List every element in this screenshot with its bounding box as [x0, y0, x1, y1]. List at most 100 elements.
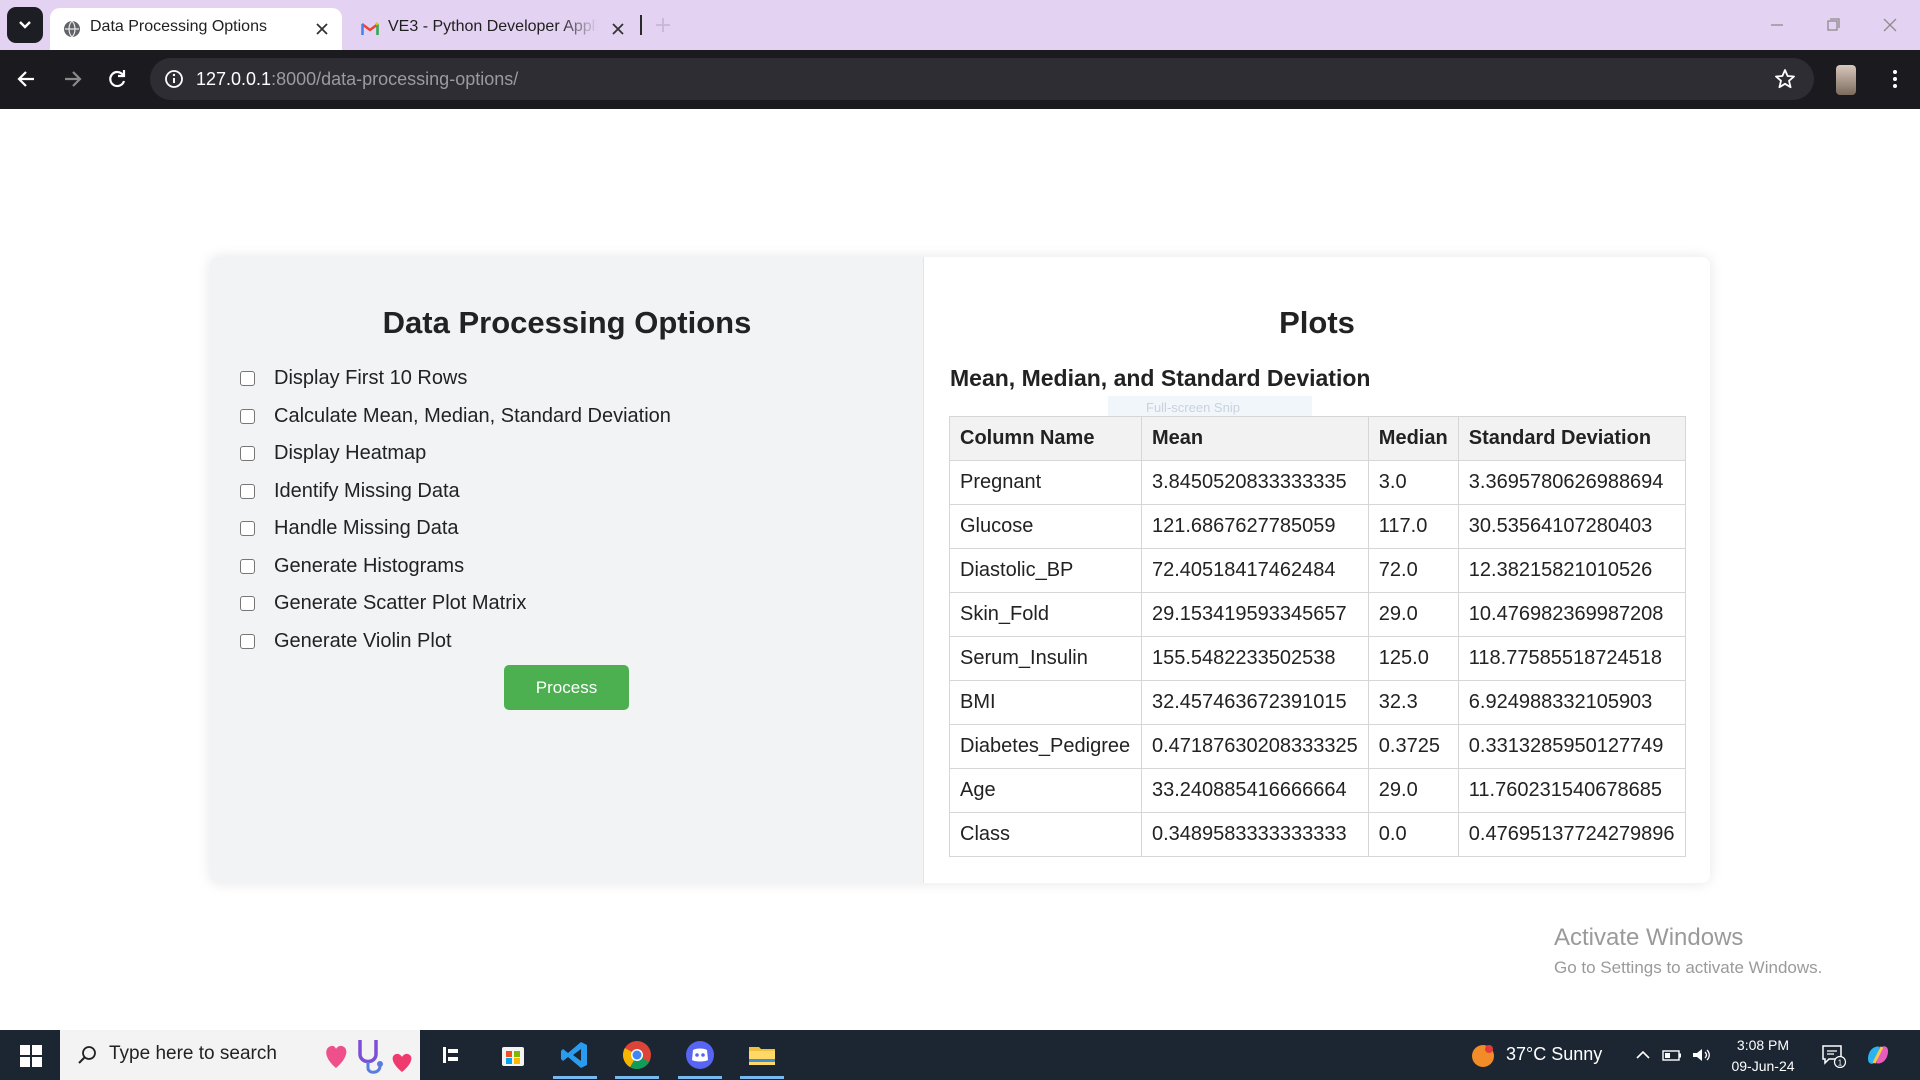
site-info-icon[interactable] [164, 69, 184, 89]
gmail-icon [361, 21, 379, 35]
profile-avatar[interactable] [1836, 65, 1856, 95]
table-cell: 12.38215821010526 [1457, 548, 1686, 593]
search-placeholder: Type here to search [109, 1043, 277, 1064]
table-row: Pregnant 3.8450520833333335 3.0 3.369578… [949, 460, 1686, 505]
microsoft-store-icon[interactable] [497, 1039, 529, 1071]
table-cell: 125.0 [1367, 636, 1459, 681]
address-bar[interactable]: 127.0.0.1:8000/data-processing-options/ [150, 58, 1814, 100]
weather-sun-icon [1472, 1045, 1494, 1067]
table-row: Age 33.240885416666664 29.0 11.760231540… [949, 768, 1686, 813]
option-label: Display First 10 Rows [274, 367, 468, 389]
option-label: Calculate Mean, Median, Standard Deviati… [274, 405, 671, 427]
table-cell: 155.5482233502538 [1141, 636, 1369, 681]
notification-center-icon[interactable]: 1 [1820, 1042, 1846, 1068]
url-text: 127.0.0.1:8000/data-processing-options/ [196, 69, 518, 90]
table-cell: 118.77585518724518 [1457, 636, 1686, 681]
close-tab-icon[interactable] [312, 19, 332, 39]
table-cell: 30.53564107280403 [1457, 504, 1686, 549]
tab-ve3-python-developer[interactable]: VE3 - Python Developer Application [348, 8, 638, 50]
watermark-subtitle: Go to Settings to activate Windows. [1554, 958, 1823, 977]
table-row: BMI 32.457463672391015 32.3 6.9249883321… [949, 680, 1686, 725]
table-cell: 72.0 [1367, 548, 1459, 593]
table-row: Serum_Insulin 155.5482233502538 125.0 11… [949, 636, 1686, 681]
tab-title: Data Processing Options [90, 18, 267, 35]
globe-icon [64, 20, 80, 38]
process-button[interactable]: Process [504, 665, 629, 710]
bookmark-star-icon[interactable] [1774, 68, 1796, 90]
option-label: Handle Missing Data [274, 517, 459, 539]
tab-search-button[interactable] [7, 7, 43, 43]
discord-active-indicator [678, 1076, 722, 1079]
windows-taskbar: Type here to search 37°C Sunny 3:08 PM 0… [0, 1030, 1920, 1080]
notification-count: 1 [1838, 1059, 1843, 1068]
checkbox[interactable] [240, 559, 255, 574]
taskbar-clock[interactable]: 3:08 PM 09-Jun-24 [1718, 1035, 1808, 1077]
column-header: Standard Deviation [1457, 416, 1686, 461]
copilot-icon[interactable] [1862, 1039, 1894, 1071]
chrome-icon[interactable] [621, 1039, 653, 1071]
table-cell: 33.240885416666664 [1141, 768, 1369, 813]
reload-icon[interactable] [104, 66, 130, 92]
task-view-icon[interactable] [434, 1039, 466, 1071]
watermark-title: Activate Windows [1554, 924, 1744, 951]
column-header: Mean [1141, 416, 1369, 461]
table-cell: 0.3313285950127749 [1457, 724, 1686, 769]
browser-toolbar: 127.0.0.1:8000/data-processing-options/ [0, 50, 1920, 109]
checkbox[interactable] [240, 446, 255, 461]
table-row: Diastolic_BP 72.40518417462484 72.0 12.3… [949, 548, 1686, 593]
url-host: 127.0.0.1 [196, 69, 272, 89]
option-label: Identify Missing Data [274, 480, 460, 502]
table-row: Skin_Fold 29.153419593345657 29.0 10.476… [949, 592, 1686, 637]
option-label: Display Heatmap [274, 442, 427, 464]
table-cell: Diastolic_BP [949, 548, 1142, 593]
search-highlight-hearts-icon [326, 1040, 412, 1074]
close-tab-icon[interactable] [608, 19, 628, 39]
column-header: Column Name [949, 416, 1142, 461]
back-arrow-icon[interactable] [14, 66, 40, 92]
more-options-icon[interactable] [1882, 66, 1908, 92]
table-cell: 0.0 [1367, 812, 1459, 857]
forward-arrow-icon[interactable] [59, 66, 85, 92]
table-cell: 0.47695137724279896 [1457, 812, 1686, 857]
table-cell: 32.3 [1367, 680, 1459, 725]
table-cell: 32.457463672391015 [1141, 680, 1369, 725]
vscode-icon[interactable] [559, 1039, 591, 1071]
checkbox[interactable] [240, 521, 255, 536]
clock-date: 09-Jun-24 [1731, 1058, 1795, 1074]
table-row: Class 0.3489583333333333 0.0 0.476951377… [949, 812, 1686, 857]
url-path: :8000/data-processing-options/ [271, 69, 519, 89]
option-label: Generate Histograms [274, 555, 465, 577]
volume-icon[interactable] [1690, 1045, 1712, 1065]
main-card: Data Processing Options Display First 10… [210, 257, 1710, 883]
chevron-up-icon[interactable] [1632, 1045, 1654, 1065]
checkbox[interactable] [240, 371, 255, 386]
checkbox[interactable] [240, 484, 255, 499]
checkbox[interactable] [240, 409, 255, 424]
table-cell: Class [949, 812, 1142, 857]
section-heading: Mean, Median, and Standard Deviation [950, 365, 1371, 391]
table-cell: 72.40518417462484 [1141, 548, 1369, 593]
chrome-active-indicator [615, 1076, 659, 1079]
checkbox[interactable] [240, 634, 255, 649]
table-cell: 117.0 [1367, 504, 1459, 549]
activate-windows-watermark: Activate Windows Go to Settings to activ… [1554, 924, 1822, 978]
plots-panel: Plots Mean, Median, and Standard Deviati… [924, 257, 1710, 883]
tab-title: VE3 - Python Developer Application [388, 18, 598, 35]
close-window-icon[interactable] [1877, 12, 1903, 38]
table-cell: 0.47187630208333325 [1141, 724, 1369, 769]
table-cell: 0.3489583333333333 [1141, 812, 1369, 857]
table-cell: Pregnant [949, 460, 1142, 505]
table-cell: 6.924988332105903 [1457, 680, 1686, 725]
weather-text[interactable]: 37°C Sunny [1506, 1044, 1602, 1065]
taskbar-search-box[interactable]: Type here to search [60, 1030, 420, 1080]
discord-icon[interactable] [684, 1039, 716, 1071]
battery-icon[interactable] [1661, 1045, 1683, 1065]
tab-data-processing-options[interactable]: Data Processing Options [50, 8, 342, 50]
windows-start-icon[interactable] [20, 1045, 42, 1067]
minimize-icon[interactable] [1764, 12, 1790, 38]
file-explorer-icon[interactable] [746, 1039, 778, 1071]
checkbox[interactable] [240, 596, 255, 611]
table-cell: BMI [949, 680, 1142, 725]
restore-icon[interactable] [1820, 12, 1846, 38]
new-tab-icon[interactable] [652, 14, 674, 36]
